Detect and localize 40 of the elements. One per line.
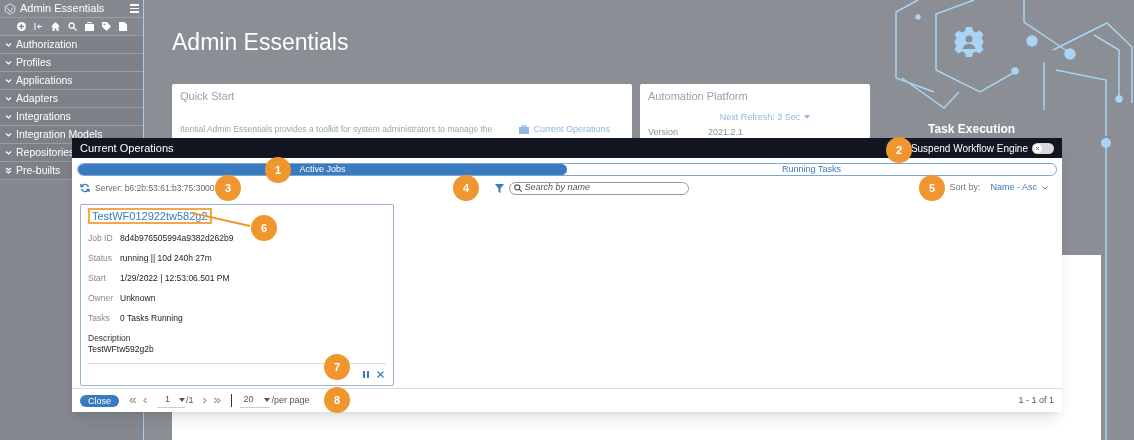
field-value: 2021.2.1 [708, 126, 744, 139]
sidebar-item[interactable]: Authorization [0, 36, 143, 54]
sidebar-title: Admin Essentials [20, 1, 106, 17]
sort-label: Sort by: [949, 181, 981, 195]
toggle-label: Suspend Workflow Engine [910, 141, 1028, 156]
sidebar-item[interactable]: Applications [0, 72, 143, 90]
tab[interactable]: Running Tasks [567, 164, 1056, 175]
field-label: Description [88, 333, 132, 344]
card-text: Itential Admin Essentials provides a toolkit for system administrators to manage the [180, 122, 494, 136]
sort-dropdown[interactable]: Name - Asc [990, 181, 1048, 195]
section-title: Task Execution [928, 121, 1016, 138]
field-label: Version [648, 126, 680, 139]
field-label: Status [88, 253, 114, 264]
sidebar-item[interactable]: Adapters [0, 90, 143, 108]
page-title: Admin Essentials [172, 28, 349, 57]
sidebar-item[interactable]: Integrations [0, 108, 143, 126]
field-value: 8d4b976505994a9382d262b9 [120, 233, 234, 244]
field-value: running || 10d 240h 27m [120, 253, 212, 264]
field-label: Tasks [88, 313, 111, 324]
per-page-label: /per page [271, 393, 310, 407]
field-label: Start [88, 273, 107, 284]
field-value: 0 Tasks Running [120, 313, 183, 324]
current-operations-link[interactable]: Current Operations [533, 122, 610, 136]
field-label: Owner [88, 293, 115, 304]
per-page-dropdown[interactable]: 20 [239, 393, 270, 408]
field-label: Job ID [88, 233, 114, 244]
close-button[interactable]: Close [80, 394, 119, 407]
search-field[interactable]: Search by name [508, 181, 689, 195]
result-count: 1 - 1 of 1 [1018, 393, 1054, 407]
field-value: 1/29/2022 | 12:53:06.501 PM [120, 273, 230, 284]
sidebar-item[interactable]: Profiles [0, 54, 143, 72]
refresh-dropdown[interactable]: Next Refresh: 3 Sec [719, 110, 801, 124]
page-total: /1 [186, 393, 194, 407]
field-value: TestWFtw592g2b [88, 344, 155, 355]
field-value: Unknown [120, 293, 156, 304]
card-title: Quick Start [180, 89, 236, 104]
server-label: Server: b6:2b:53:61:b3:75:3000 [95, 181, 215, 195]
card-title: Automation Platform [648, 89, 749, 104]
page-dropdown[interactable]: 1 [157, 393, 185, 408]
job-name-link[interactable]: TestWF012922tw582g2 [88, 208, 212, 224]
